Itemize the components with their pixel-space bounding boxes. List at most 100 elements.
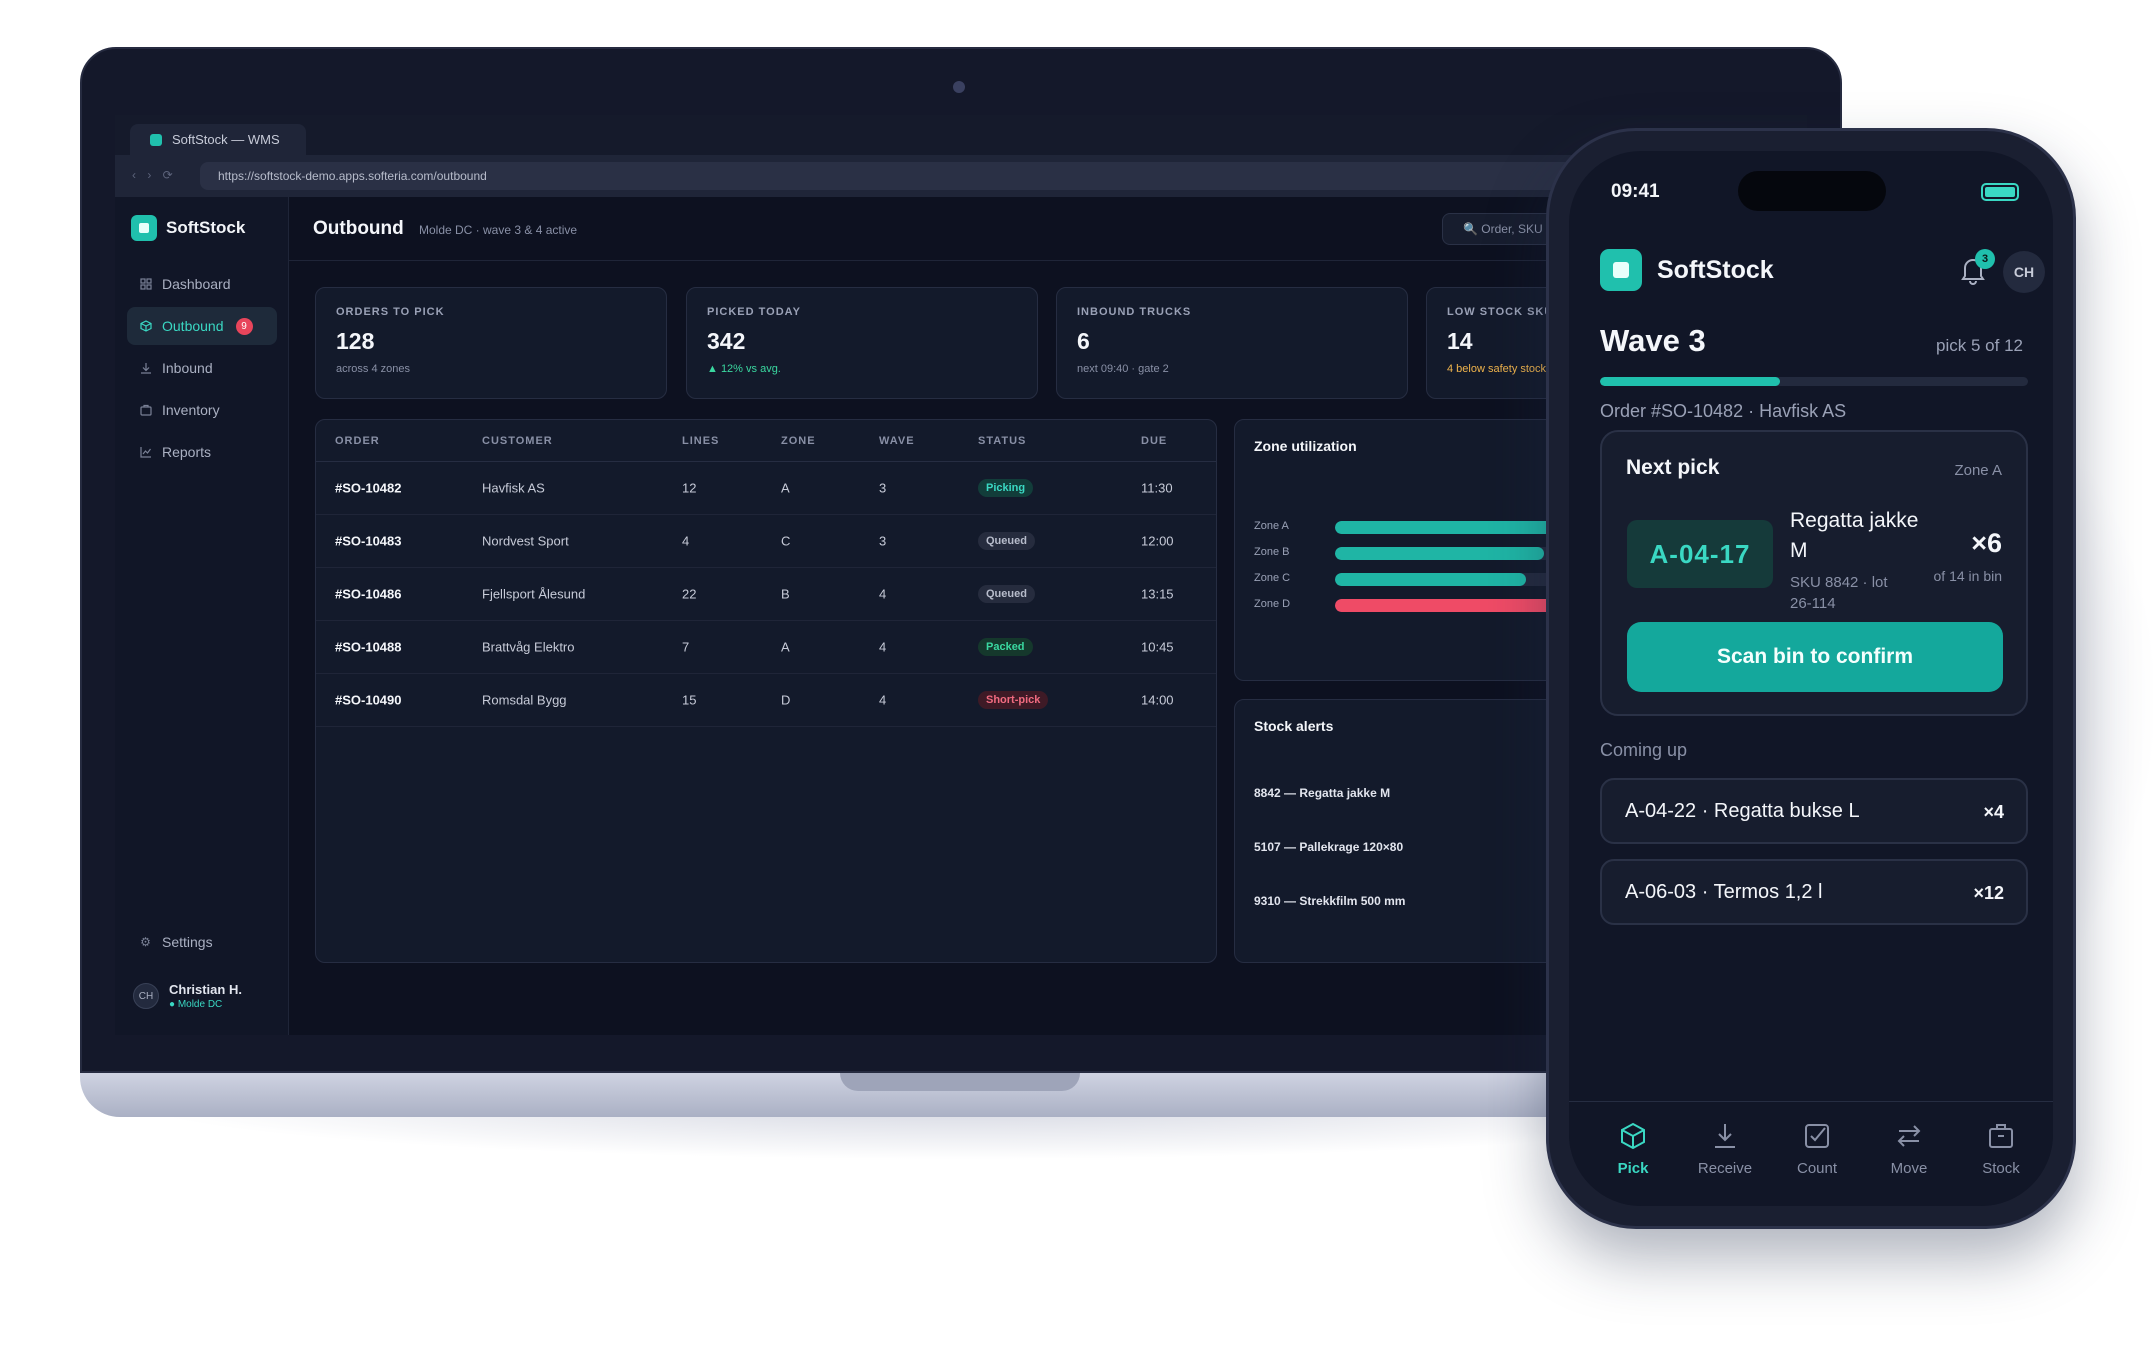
table-row[interactable]: #SO-10486 Fjellsport Ålesund 22 B 4 Queu… (316, 568, 1216, 621)
table-header: ORDER CUSTOMER LINES ZONE WAVE STATUS DU… (316, 420, 1216, 462)
wave: 4 (879, 692, 887, 708)
status-badge: Packed (978, 638, 1033, 656)
brand[interactable]: SoftStock (131, 215, 245, 241)
status-pill: Queued (978, 585, 1035, 603)
tab-move[interactable]: Move (1869, 1120, 1949, 1177)
lines: 4 (682, 533, 690, 549)
avatar[interactable]: CH (2003, 251, 2045, 293)
wave-progress-label: pick 5 of 12 (1936, 336, 2023, 355)
item-name: Regatta jakke M (1790, 509, 1919, 562)
scan-bin-button[interactable]: Scan bin to confirm (1627, 622, 2003, 692)
due-time: 14:00 (1141, 692, 1174, 708)
kpi-subtext: next 09:40 · gate 2 (1077, 363, 1169, 375)
sidebar-item-outbound[interactable]: Outbound 9 (127, 307, 277, 345)
table-row[interactable]: #SO-10490 Romsdal Bygg 15 D 4 Short-pick… (316, 674, 1216, 727)
next-pick-zone: Zone A (1954, 462, 2002, 479)
tab-receive[interactable]: Receive (1685, 1120, 1765, 1177)
sidebar: SoftStock Dashboard Outbound 9 Inbound I… (115, 197, 289, 1035)
kpi-label: PICKED TODAY (707, 306, 801, 318)
kpi-value: 6 (1077, 328, 1090, 354)
url-field[interactable]: https://softstock-demo.apps.softeria.com… (200, 162, 1700, 190)
status-badge: Queued (978, 532, 1035, 550)
status-pill: Short-pick (978, 691, 1049, 709)
lines: 12 (682, 480, 697, 496)
order-id: #SO-10490 (335, 692, 402, 708)
sidebar-item-dashboard[interactable]: Dashboard (127, 265, 277, 303)
order-id: #SO-10482 (335, 480, 402, 496)
package-icon (139, 404, 152, 417)
wave: 3 (879, 480, 887, 496)
status-badge: Short-pick (978, 691, 1049, 709)
kpi-subtext: across 4 zones (336, 363, 410, 375)
browser-tab-title: SoftStock — WMS (172, 132, 280, 147)
wave: 4 (879, 639, 887, 655)
zone-label: Zone A (1254, 520, 1289, 532)
wave-title: Wave 3 (1600, 323, 1706, 358)
zone: D (781, 692, 791, 708)
due-time: 11:30 (1141, 480, 1173, 496)
column-header-wave[interactable]: WAVE (879, 435, 915, 447)
table-row[interactable]: #SO-10488 Brattvåg Elektro 7 A 4 Packed … (316, 621, 1216, 674)
status-pill: Packed (978, 638, 1033, 656)
browser-tab[interactable]: SoftStock — WMS (130, 124, 306, 155)
tab-count[interactable]: Count (1777, 1120, 1857, 1177)
user-location: ● Molde DC (169, 999, 223, 1010)
stock-alert-item[interactable]: 9310 — Strekkfilm 500 mm (1254, 894, 1405, 908)
bottom-tab-bar: Pick Receive Count Move Stock (1569, 1101, 2053, 1206)
coming-up-label: Coming up (1600, 740, 1688, 760)
gear-icon: ⚙ (140, 935, 151, 949)
browser-tabbar: SoftStock — WMS (115, 115, 1807, 155)
customer: Brattvåg Elektro (482, 639, 575, 655)
sidebar-item-settings[interactable]: ⚙ Settings (127, 923, 277, 961)
logo-icon (1600, 249, 1642, 291)
avatar: CH (133, 983, 159, 1009)
checkbox-icon (1801, 1120, 1833, 1152)
logo-icon (131, 215, 157, 241)
brand-name: SoftStock (166, 218, 246, 237)
zone-bar-fill (1335, 573, 1527, 586)
sidebar-item-inventory[interactable]: Inventory (127, 391, 277, 429)
table-row[interactable]: #SO-10482 Havfisk AS 12 A 3 Picking 11:3… (316, 462, 1216, 515)
browser-nav-icon[interactable]: ‹ › ⟳ (132, 168, 177, 182)
customer: Havfisk AS (482, 480, 545, 496)
user-name: Christian H. (169, 982, 242, 997)
wave-progress-bar (1600, 377, 2028, 386)
column-header-order[interactable]: ORDER (335, 435, 380, 447)
order-id: #SO-10486 (335, 586, 402, 602)
download-icon (1709, 1120, 1741, 1152)
tab-label: Stock (1982, 1160, 2020, 1177)
next-pick-card: Next pick Zone A A-04-17 Regatta jakke M… (1600, 430, 2028, 716)
bin-quantity: of 14 in bin (1933, 568, 2003, 584)
user-profile[interactable]: CH Christian H. ● Molde DC (133, 982, 242, 1010)
sidebar-item-inbound[interactable]: Inbound (127, 349, 277, 387)
lines: 7 (682, 639, 690, 655)
chart-line-icon (139, 446, 152, 459)
tab-label: Move (1890, 1160, 1928, 1177)
customer: Romsdal Bygg (482, 692, 567, 708)
order-id: #SO-10483 (335, 533, 402, 549)
column-header-lines[interactable]: LINES (682, 435, 719, 447)
coming-up-item[interactable]: A-06-03 · Termos 1,2 l ×12 (1600, 859, 2028, 925)
column-header-status[interactable]: STATUS (978, 435, 1026, 447)
due-time: 10:45 (1141, 639, 1174, 655)
column-header-due[interactable]: DUE (1141, 435, 1167, 447)
sidebar-item-label: Inventory (162, 402, 220, 418)
customer: Nordvest Sport (482, 533, 569, 549)
stock-alert-item[interactable]: 8842 — Regatta jakke M (1254, 786, 1390, 800)
tab-stock[interactable]: Stock (1961, 1120, 2041, 1177)
column-header-customer[interactable]: CUSTOMER (482, 435, 553, 447)
zone: B (781, 586, 790, 602)
kpi-value: 128 (336, 328, 375, 354)
sidebar-item-label: Reports (162, 444, 212, 460)
zone-label: Zone B (1254, 546, 1290, 558)
coming-up-item[interactable]: A-04-22 · Regatta bukse L ×4 (1600, 778, 2028, 844)
stock-alert-item[interactable]: 5107 — Pallekrage 120×80 (1254, 840, 1403, 854)
table-row[interactable]: #SO-10483 Nordvest Sport 4 C 3 Queued 12… (316, 515, 1216, 568)
sidebar-item-reports[interactable]: Reports (127, 433, 277, 471)
arrows-swap-icon (1893, 1120, 1925, 1152)
tab-pick[interactable]: Pick (1593, 1120, 1673, 1177)
card-title: Stock alerts (1254, 718, 1334, 734)
column-header-zone[interactable]: ZONE (781, 435, 816, 447)
zone: C (781, 533, 791, 549)
dynamic-island (1738, 171, 1886, 211)
